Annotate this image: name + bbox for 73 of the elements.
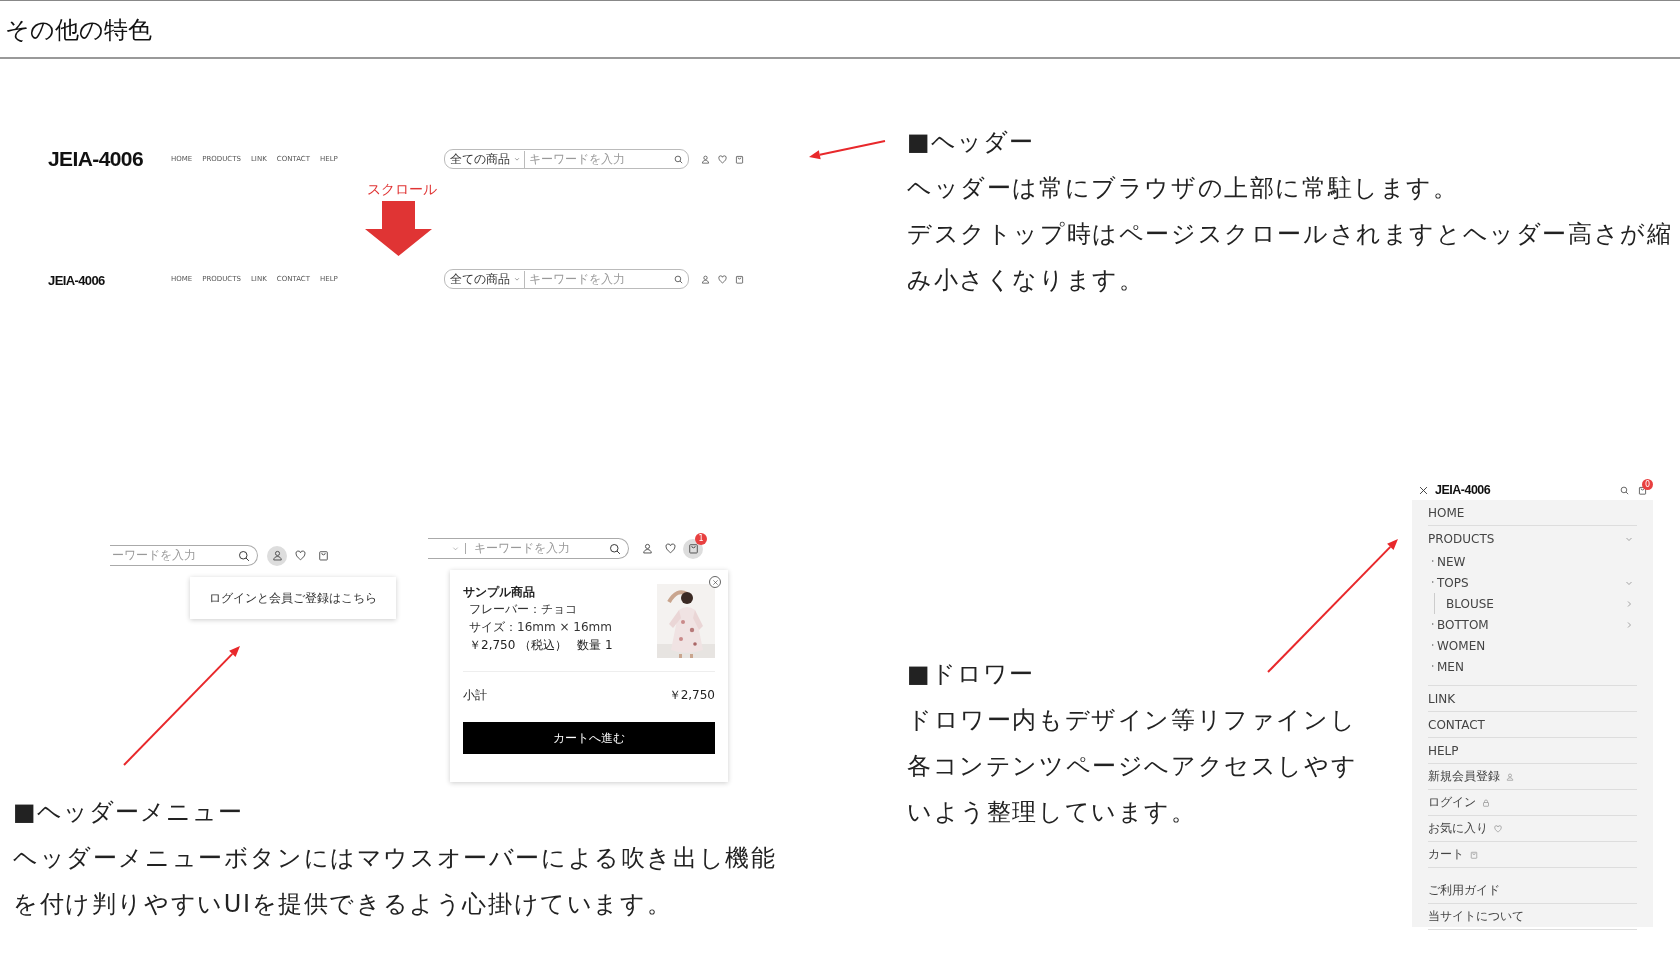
search-bar[interactable]: 全ての商品 キーワードを入力 [444, 149, 689, 169]
drawer-menu-item[interactable]: CONTACT [1428, 712, 1637, 737]
search-icon[interactable] [609, 542, 621, 555]
section-heading: ■ヘッダーメニュー [13, 797, 243, 828]
description-text: ヘッダーは常にブラウザの上部に常駐します。 [907, 173, 1460, 204]
drawer-menu-item[interactable]: ログイン [1428, 790, 1637, 815]
drawer-menu-item[interactable]: NEW [1432, 551, 1637, 572]
product-option: フレーバー：チョコ [463, 600, 613, 618]
drawer-logo[interactable]: JEIA-4006 [1435, 483, 1491, 497]
drawer-menu-item[interactable]: ご利用ガイド [1428, 878, 1637, 903]
close-button[interactable] [709, 576, 721, 588]
icon-button[interactable] [267, 545, 287, 566]
chevron-down-icon [514, 276, 520, 282]
subtotal-label: 小計 [463, 687, 487, 704]
cart-count-badge: 0 [1642, 478, 1653, 490]
lock-icon [1482, 798, 1490, 807]
scroll-label: スクロール [367, 181, 437, 197]
subtotal-amount: ￥2,750 [668, 687, 715, 704]
drawer-menu-item[interactable]: TOPS [1432, 572, 1637, 593]
description-text: ドロワー内もデザイン等リファインし各コンテンツページへアクセスしやすいよう整理しています。 [907, 705, 1359, 828]
drawer-menu-item[interactable]: BLOUSE [1446, 593, 1637, 614]
drawer-menu-item[interactable]: HOME [1428, 500, 1637, 525]
bag-icon [1470, 850, 1478, 859]
description-text: デスクトップ時はページスクロールされますとヘッダー高さが縮み小さくなります。 [907, 219, 1674, 296]
bag-icon[interactable] [1638, 485, 1647, 495]
site-logo[interactable]: JEIA-4006 [48, 147, 143, 170]
heart-icon [1494, 824, 1502, 833]
heart-icon [294, 550, 306, 561]
drawer-menu-item[interactable]: お気に入り [1428, 816, 1637, 841]
description-text: ヘッダーメニューボタンにはマウスオーバーによる吹き出し機能を付け判りやすいUIを提供できるよう心掛けています。 [13, 843, 778, 920]
product-name: サンプル商品 [463, 584, 536, 600]
bag-icon [687, 543, 699, 554]
heart-icon [664, 543, 676, 554]
chevron-down-icon [514, 156, 520, 162]
product-option: サイズ：16mm × 16mm [463, 618, 613, 636]
section-heading: ■ヘッダー [907, 127, 1034, 158]
search-icon[interactable] [674, 274, 683, 284]
search-bar[interactable]: 全ての商品 キーワードを入力 [444, 269, 689, 289]
category-select[interactable]: 全ての商品 [450, 270, 525, 288]
search-icon[interactable] [238, 549, 250, 562]
drawer-menu-item[interactable]: 当サイトについて [1428, 904, 1637, 929]
user-icon [271, 550, 283, 561]
checkout-button[interactable]: カートへ進む [463, 722, 715, 754]
user-icon[interactable] [701, 154, 710, 164]
tooltip-text: ログインと会員ご登録はこちら [209, 589, 377, 607]
drawer-menu-item[interactable]: BOTTOM [1432, 614, 1637, 635]
category-select[interactable]: 全ての商品 [450, 150, 525, 168]
user-icon [1506, 772, 1514, 781]
page-title: その他の特色 [4, 15, 152, 46]
product-price: ￥2,750 （税込） [469, 637, 568, 654]
user-icon[interactable] [701, 274, 710, 284]
bag-icon[interactable] [735, 274, 744, 284]
drawer-menu-item[interactable]: カート [1428, 842, 1637, 867]
drawer-menu-item[interactable]: LINK [1428, 686, 1637, 711]
section-heading: ■ドロワー [907, 659, 1034, 690]
drawer-menu-item[interactable]: PRODUCTS [1428, 526, 1637, 551]
drawer-menu-item[interactable]: WOMEN [1432, 635, 1637, 656]
site-logo[interactable]: JEIA-4006 [48, 272, 105, 288]
close-icon[interactable] [1418, 484, 1429, 496]
drawer-menu-item[interactable]: HELP [1428, 738, 1637, 763]
user-icon [641, 543, 653, 554]
drawer-menu-item[interactable]: MEN [1432, 656, 1637, 677]
search-icon[interactable] [1620, 485, 1629, 495]
heart-icon[interactable] [718, 274, 727, 284]
cart-count-badge: 1 [695, 532, 707, 545]
down-arrow [365, 201, 432, 256]
bag-icon[interactable] [735, 154, 744, 164]
search-icon[interactable] [674, 154, 683, 164]
drawer-menu-item[interactable]: 新規会員登録 [1428, 764, 1637, 789]
product-quantity: 数量 1 [577, 637, 613, 654]
heart-icon[interactable] [718, 154, 727, 164]
bag-icon [317, 550, 329, 561]
close-icon [711, 578, 719, 586]
